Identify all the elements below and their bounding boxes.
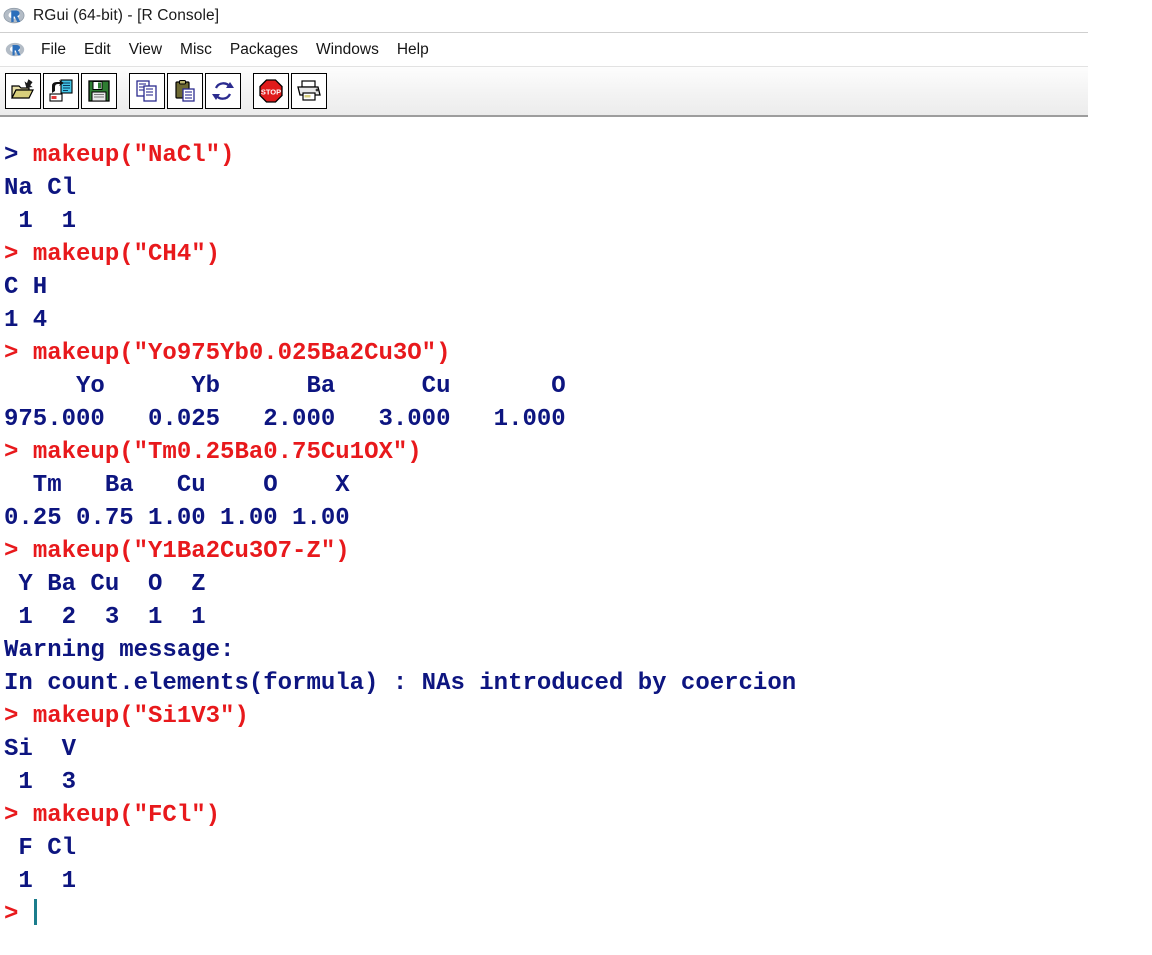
load-workspace-button[interactable] [43, 73, 79, 109]
copy-button[interactable] [129, 73, 165, 109]
r-logo-icon [3, 5, 25, 27]
menu-item-file[interactable]: File [32, 39, 75, 61]
r-logo-menu-icon [5, 40, 25, 60]
console-prompt: > [4, 340, 33, 367]
console-line: In count.elements(formula) : NAs introdu… [0, 667, 1088, 700]
console-warning-text: Warning message: [4, 637, 234, 664]
print-icon [296, 79, 322, 103]
title-bar: RGui (64-bit) - [R Console] [0, 0, 1088, 33]
menu-item-help[interactable]: Help [388, 39, 438, 61]
console-line: > makeup("Tm0.25Ba0.75Cu1OX") [0, 436, 1088, 469]
toolbar-group-clipboard [128, 73, 242, 109]
toolbar-group-actions: STOP [252, 73, 328, 109]
console-output-text: 975.000 0.025 2.000 3.000 1.000 [4, 406, 566, 433]
console-output-text: 1 4 [4, 307, 47, 334]
menu-item-packages[interactable]: Packages [221, 39, 307, 61]
console-line: 0.25 0.75 1.00 1.00 1.00 [0, 502, 1088, 535]
menu-bar: File Edit View Misc Packages Windows Hel… [0, 34, 1088, 65]
console-prompt: > [4, 802, 33, 829]
console-line: 1 1 [0, 205, 1088, 238]
console-warning-text: In count.elements(formula) : NAs introdu… [4, 670, 796, 697]
console-line: 1 3 [0, 766, 1088, 799]
console-output-text: Tm Ba Cu O X [4, 472, 350, 499]
console-line: > makeup("Si1V3") [0, 700, 1088, 733]
console-output-text: Y Ba Cu O Z [4, 571, 206, 598]
console-line: Si V [0, 733, 1088, 766]
console-output-text: F Cl [4, 835, 76, 862]
console-command-text: makeup("CH4") [33, 241, 220, 268]
console-prompt: > [4, 901, 33, 928]
console-prompt: > [4, 439, 33, 466]
toolbar-separator-2 [242, 67, 252, 115]
console-line: > makeup("CH4") [0, 238, 1088, 271]
console-output-text: 1 1 [4, 208, 76, 235]
toolbar-separator-1 [118, 67, 128, 115]
open-script-button[interactable] [5, 73, 41, 109]
rgui-main-window: RGui (64-bit) - [R Console] File Edit Vi… [0, 0, 1088, 955]
console-output-text: Yo Yb Ba Cu O [4, 373, 566, 400]
console-line: 1 1 [0, 865, 1088, 898]
console-command-text: makeup("Y1Ba2Cu3O7-Z") [33, 538, 350, 565]
menu-item-windows[interactable]: Windows [307, 39, 388, 61]
text-cursor [34, 899, 37, 925]
console-line: > makeup("FCl") [0, 799, 1088, 832]
copy-icon [135, 79, 159, 103]
svg-text:STOP: STOP [261, 88, 281, 97]
console-line: F Cl [0, 832, 1088, 865]
window-title: RGui (64-bit) - [R Console] [33, 7, 219, 25]
console-output-text: Si V [4, 736, 76, 763]
stop-button[interactable]: STOP [253, 73, 289, 109]
paste-icon [173, 79, 197, 103]
menu-item-view[interactable]: View [120, 39, 171, 61]
open-script-icon [10, 79, 36, 103]
console-prompt: > [4, 241, 33, 268]
print-button[interactable] [291, 73, 327, 109]
console-line: Tm Ba Cu O X [0, 469, 1088, 502]
console-command-text: makeup("Yo975Yb0.025Ba2Cu3O") [33, 340, 451, 367]
console-prompt: > [4, 703, 33, 730]
console-line: Na Cl [0, 172, 1088, 205]
stop-icon: STOP [258, 78, 284, 104]
console-line: > makeup("NaCl") [0, 139, 1088, 172]
copy-paste-icon [211, 79, 235, 103]
console-command-text: makeup("Tm0.25Ba0.75Cu1OX") [33, 439, 422, 466]
console-line: Warning message: [0, 634, 1088, 667]
console-output-text: 1 2 3 1 1 [4, 604, 206, 631]
console-line: C H [0, 271, 1088, 304]
r-console[interactable]: > makeup("NaCl") Na Cl 1 1 > makeup("CH4")… [0, 119, 1088, 955]
console-output-text: Na Cl [4, 175, 76, 202]
toolbar-group-file [4, 73, 118, 109]
toolbar: STOP [0, 66, 1088, 117]
console-output-text: C H [4, 274, 47, 301]
console-line: > makeup("Yo975Yb0.025Ba2Cu3O") [0, 337, 1088, 370]
console-line: 975.000 0.025 2.000 3.000 1.000 [0, 403, 1088, 436]
console-command-text: makeup("FCl") [33, 802, 220, 829]
console-line: > [0, 898, 1088, 931]
console-output-text: 1 1 [4, 868, 76, 895]
console-prompt: > [4, 142, 33, 169]
save-workspace-button[interactable] [81, 73, 117, 109]
console-line: Yo Yb Ba Cu O [0, 370, 1088, 403]
console-output-text: 0.25 0.75 1.00 1.00 1.00 [4, 505, 350, 532]
copy-paste-button[interactable] [205, 73, 241, 109]
console-line: 1 4 [0, 304, 1088, 337]
console-command-text: makeup("NaCl") [33, 142, 235, 169]
save-workspace-icon [87, 79, 111, 103]
paste-button[interactable] [167, 73, 203, 109]
console-line: > makeup("Y1Ba2Cu3O7-Z") [0, 535, 1088, 568]
console-line: 1 2 3 1 1 [0, 601, 1088, 634]
menu-item-edit[interactable]: Edit [75, 39, 120, 61]
load-workspace-icon [48, 79, 74, 103]
menu-item-misc[interactable]: Misc [171, 39, 221, 61]
console-output-text: 1 3 [4, 769, 76, 796]
console-command-text: makeup("Si1V3") [33, 703, 249, 730]
console-prompt: > [4, 538, 33, 565]
console-line: Y Ba Cu O Z [0, 568, 1088, 601]
